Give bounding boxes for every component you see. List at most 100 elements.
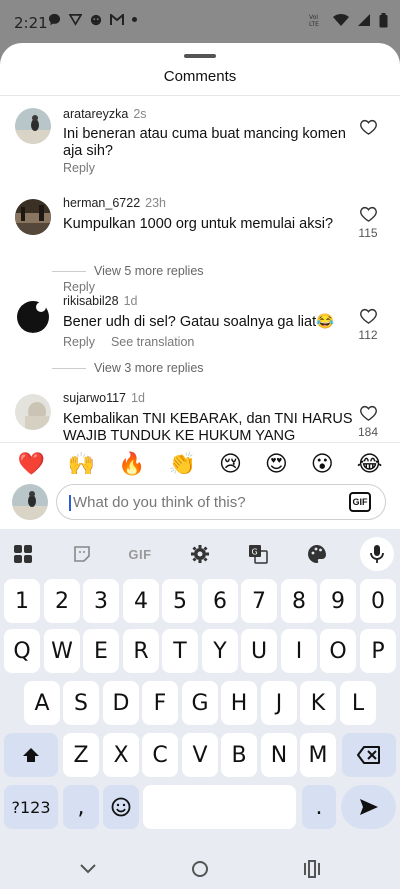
key-t[interactable]: T xyxy=(162,629,198,673)
key-8[interactable]: 8 xyxy=(281,579,317,623)
drag-handle[interactable] xyxy=(184,54,216,58)
apps-grid-icon[interactable] xyxy=(8,539,38,569)
key-3[interactable]: 3 xyxy=(83,579,119,623)
shift-arrow-icon xyxy=(23,748,39,762)
key-0[interactable]: 0 xyxy=(360,579,396,623)
comment-input[interactable]: What do you think of this? GIF xyxy=(56,484,386,520)
like-button[interactable] xyxy=(356,119,380,135)
key-i[interactable]: I xyxy=(281,629,317,673)
heart-icon[interactable] xyxy=(359,405,377,421)
key-o[interactable]: O xyxy=(320,629,356,673)
key-z[interactable]: Z xyxy=(63,733,99,777)
key-g[interactable]: G xyxy=(182,681,218,725)
view-more-text[interactable]: View 5 more replies xyxy=(94,264,204,278)
key-w[interactable]: W xyxy=(44,629,80,673)
like-button[interactable]: 115 xyxy=(356,206,380,240)
key-4[interactable]: 4 xyxy=(123,579,159,623)
reply-button[interactable]: Reply xyxy=(63,335,95,349)
key-d[interactable]: D xyxy=(103,681,139,725)
key-y[interactable]: Y xyxy=(202,629,238,673)
sticker-icon[interactable] xyxy=(67,539,97,569)
username-text[interactable]: rikisabil28 xyxy=(63,294,119,308)
key-l[interactable]: L xyxy=(340,681,376,725)
key-f[interactable]: F xyxy=(142,681,178,725)
heart-icon[interactable] xyxy=(359,119,377,135)
view-more-replies[interactable]: View 3 more replies xyxy=(52,361,204,375)
comment-text: Kembalikan TNI KEBARAK, dan TNI HARUS WA… xyxy=(63,411,353,444)
send-key[interactable] xyxy=(341,785,396,829)
emoji-raised-hands-button[interactable]: 🙌 xyxy=(68,452,95,477)
space-key[interactable] xyxy=(143,785,296,829)
username-text[interactable]: herman_6722 xyxy=(63,196,140,210)
svg-text:LTE: LTE xyxy=(309,21,319,28)
volte-icon: VoILTE xyxy=(309,14,319,28)
comment-username[interactable]: herman_6722 23h xyxy=(63,196,166,210)
key-b[interactable]: B xyxy=(221,733,257,777)
like-button[interactable]: 184 xyxy=(356,405,380,439)
comment-composer: What do you think of this? GIF xyxy=(0,481,400,529)
emoji-fire-button[interactable]: 🔥 xyxy=(118,452,145,477)
theme-palette-icon[interactable] xyxy=(302,539,332,569)
key-h[interactable]: H xyxy=(221,681,257,725)
key-n[interactable]: N xyxy=(261,733,297,777)
key-5[interactable]: 5 xyxy=(162,579,198,623)
key-s[interactable]: S xyxy=(63,681,99,725)
key-9[interactable]: 9 xyxy=(320,579,356,623)
avatar[interactable] xyxy=(15,394,51,430)
heart-icon[interactable] xyxy=(359,308,377,324)
key-k[interactable]: K xyxy=(300,681,336,725)
see-translation-button[interactable]: See translation xyxy=(111,335,194,349)
keyboard-gif-button[interactable]: GIF xyxy=(125,539,155,569)
nav-recents-icon[interactable] xyxy=(300,857,324,881)
avatar[interactable] xyxy=(15,297,51,333)
emoji-laughing-button[interactable]: 😂 xyxy=(357,452,383,477)
emoji-surprised-button[interactable]: 😮 xyxy=(311,452,334,477)
microphone-icon[interactable] xyxy=(360,537,394,571)
comment-username[interactable]: aratareyzka 2s xyxy=(63,107,147,121)
emoji-key[interactable] xyxy=(103,785,139,829)
reply-button[interactable]: Reply xyxy=(63,161,95,175)
settings-gear-icon[interactable] xyxy=(185,539,215,569)
emoji-heart-button[interactable]: ❤️ xyxy=(17,452,44,477)
key-6[interactable]: 6 xyxy=(202,579,238,623)
key-m[interactable]: M xyxy=(300,733,336,777)
gif-button[interactable]: GIF xyxy=(349,492,371,512)
comment-username[interactable]: rikisabil28 1d xyxy=(63,294,138,308)
comment-username[interactable]: sujarwo117 1d xyxy=(63,391,145,405)
key-r[interactable]: R xyxy=(123,629,159,673)
key-1[interactable]: 1 xyxy=(4,579,40,623)
backspace-key[interactable] xyxy=(342,733,396,777)
nav-back-chevron-icon[interactable] xyxy=(76,857,100,881)
emoji-heart-eyes-button[interactable]: 😍 xyxy=(265,452,288,477)
backspace-icon xyxy=(357,746,380,764)
key-e[interactable]: E xyxy=(83,629,119,673)
emoji-crying-button[interactable]: 😢 xyxy=(219,452,242,477)
view-more-text[interactable]: View 3 more replies xyxy=(94,361,204,375)
symbols-key[interactable]: ?123 xyxy=(4,785,58,829)
like-count: 115 xyxy=(358,226,378,240)
heart-icon[interactable] xyxy=(359,206,377,222)
avatar[interactable] xyxy=(15,199,51,235)
key-a[interactable]: A xyxy=(24,681,60,725)
username-text[interactable]: aratareyzka xyxy=(63,107,128,121)
avatar[interactable] xyxy=(15,108,51,144)
period-key[interactable]: . xyxy=(302,785,336,829)
emoji-clap-button[interactable]: 👏 xyxy=(169,452,196,477)
key-7[interactable]: 7 xyxy=(241,579,277,623)
like-button[interactable]: 112 xyxy=(356,308,380,342)
username-text[interactable]: sujarwo117 xyxy=(63,391,126,405)
comma-key[interactable]: , xyxy=(63,785,99,829)
key-c[interactable]: C xyxy=(142,733,178,777)
shift-key[interactable] xyxy=(4,733,58,777)
key-v[interactable]: V xyxy=(182,733,218,777)
key-q[interactable]: Q xyxy=(4,629,40,673)
key-p[interactable]: P xyxy=(360,629,396,673)
nav-home-icon[interactable] xyxy=(188,857,212,881)
key-2[interactable]: 2 xyxy=(44,579,80,623)
key-u[interactable]: U xyxy=(241,629,277,673)
translate-icon[interactable]: G xyxy=(243,539,273,569)
view-more-replies[interactable]: View 5 more replies xyxy=(52,264,204,278)
key-x[interactable]: X xyxy=(103,733,139,777)
reply-button[interactable]: Reply xyxy=(63,280,95,294)
key-j[interactable]: J xyxy=(261,681,297,725)
